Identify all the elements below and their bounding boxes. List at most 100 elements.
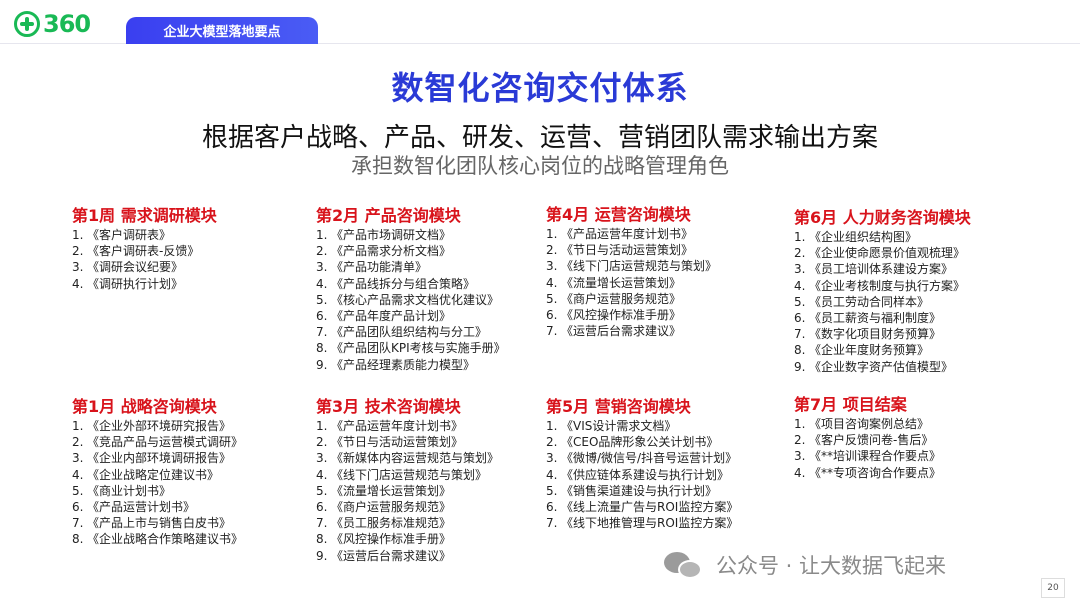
list-item-text: 《员工服务标准规范》 xyxy=(331,516,452,531)
list-item: 7. 《产品团队组织结构与分工》 xyxy=(316,324,506,340)
list-item-text: 《企业战略合作策略建议书》 xyxy=(87,532,244,547)
logo-plus-icon xyxy=(14,11,40,37)
list-item-text: 《员工薪资与福利制度》 xyxy=(809,311,942,326)
list-item-number: 1. xyxy=(546,227,558,241)
module-item-list: 1. 《产品运营年度计划书》 2. 《节日与活动运营策划》 3. 《新媒体内容运营规范与策… xyxy=(316,418,499,564)
list-item-text: 《调研会议纪要》 xyxy=(87,260,184,275)
list-item: 2. 《客户反馈问卷-售后》 xyxy=(794,432,941,448)
list-item: 2. 《节日与活动运营策划》 xyxy=(316,434,499,450)
list-item: 5. 《核心产品需求文档优化建议》 xyxy=(316,292,506,308)
module-block: 第7月 项目结案 1. 《项目咨询案例总结》 2. 《客户反馈问卷-售后》 3. 《**培训… xyxy=(794,394,941,481)
list-item-number: 1. xyxy=(316,228,328,242)
list-item: 2. 《企业使命愿景价值观梳理》 xyxy=(794,245,971,261)
list-item-number: 4. xyxy=(546,275,558,290)
list-item-text: 《企业战略定位建议书》 xyxy=(87,467,220,482)
list-item-text: 《节日与活动运营策划》 xyxy=(331,435,464,450)
list-item: 6. 《产品年度产品计划》 xyxy=(316,308,506,324)
list-item-number: 3. xyxy=(316,451,328,466)
list-item: 9. 《企业数字资产估值模型》 xyxy=(794,359,971,375)
list-item: 3. 《新媒体内容运营规范与策划》 xyxy=(316,450,499,466)
list-item-number: 3. xyxy=(794,449,806,464)
list-item-number: 4. xyxy=(546,467,558,482)
list-item-number: 5. xyxy=(316,483,328,498)
list-item-number: 8. xyxy=(72,532,84,547)
list-item-text: 《线上流量广告与ROI监控方案》 xyxy=(561,500,739,515)
module-title: 第1周 需求调研模块 xyxy=(72,206,217,225)
list-item-text: 《产品年度产品计划》 xyxy=(331,309,452,324)
list-item-text: 《供应链体系建设与执行计划》 xyxy=(561,467,730,482)
list-item: 2. 《节日与活动运营策划》 xyxy=(546,242,717,258)
list-item: 9. 《运营后台需求建议》 xyxy=(316,548,499,564)
list-item: 6. 《风控操作标准手册》 xyxy=(546,307,717,323)
list-item-text: 《**专项咨询合作要点》 xyxy=(809,465,942,480)
list-item-text: 《流量增长运营策划》 xyxy=(561,275,682,290)
list-item: 4. 《企业战略定位建议书》 xyxy=(72,467,243,483)
list-item-text: 《线下门店运营规范与策划》 xyxy=(561,259,718,274)
list-item: 7. 《线下地推管理与ROI监控方案》 xyxy=(546,515,738,531)
list-item: 6. 《商户运营服务规范》 xyxy=(316,499,499,515)
list-item-number: 7. xyxy=(546,324,558,339)
list-item-number: 7. xyxy=(72,516,84,531)
list-item: 6. 《产品运营计划书》 xyxy=(72,499,243,515)
list-item-text: 《产品上市与销售白皮书》 xyxy=(87,516,232,531)
module-item-list: 1. 《企业外部环境研究报告》 2. 《竞品产品与运营模式调研》 3. 《企业内部环境调研… xyxy=(72,418,243,548)
list-item: 3. 《产品功能清单》 xyxy=(316,259,506,275)
list-item-text: 《**培训课程合作要点》 xyxy=(809,449,942,464)
list-item-text: 《产品团队KPI考核与实施手册》 xyxy=(331,341,506,356)
list-item-number: 4. xyxy=(72,467,84,482)
list-item-text: 《新媒体内容运营规范与策划》 xyxy=(331,451,500,466)
top-bar: 360 企业大模型落地要点 xyxy=(0,0,1080,44)
list-item-number: 2. xyxy=(794,433,806,448)
list-item: 3. 《调研会议纪要》 xyxy=(72,259,217,275)
list-item: 8. 《风控操作标准手册》 xyxy=(316,531,499,547)
list-item: 3. 《员工培训体系建设方案》 xyxy=(794,261,971,277)
module-block: 第1周 需求调研模块 1. 《客户调研表》 2. 《客户调研表-反馈》 3. 《调研会议纪要… xyxy=(72,205,217,292)
list-item-number: 5. xyxy=(72,483,84,498)
list-item-text: 《产品需求分析文档》 xyxy=(331,244,452,259)
list-item-number: 2. xyxy=(794,246,806,261)
list-item-number: 8. xyxy=(316,341,328,356)
list-item: 2. 《产品需求分析文档》 xyxy=(316,243,506,259)
list-item-text: 《企业内部环境调研报告》 xyxy=(87,451,232,466)
list-item-number: 5. xyxy=(546,483,558,498)
list-item: 2. 《竞品产品与运营模式调研》 xyxy=(72,434,243,450)
module-item-list: 1. 《客户调研表》 2. 《客户调研表-反馈》 3. 《调研会议纪要》 4. 《调研执行计划… xyxy=(72,227,217,292)
page-title: 数智化咨询交付体系 xyxy=(391,69,689,107)
list-item: 3. 《**培训课程合作要点》 xyxy=(794,448,941,464)
list-item-number: 5. xyxy=(794,294,806,309)
list-item-text: 《客户调研表-反馈》 xyxy=(87,244,200,259)
list-item-number: 3. xyxy=(72,451,84,466)
module-title: 第2月 产品咨询模块 xyxy=(316,206,461,225)
list-item-number: 1. xyxy=(72,419,84,433)
list-item-number: 6. xyxy=(316,309,328,324)
list-item: 5. 《商户运营服务规范》 xyxy=(546,291,717,307)
list-item-text: 《员工培训体系建设方案》 xyxy=(809,262,954,277)
module-title: 第6月 人力财务咨询模块 xyxy=(794,208,971,227)
page-number: 20 xyxy=(1041,578,1065,598)
list-item: 4. 《企业考核制度与执行方案》 xyxy=(794,278,971,294)
list-item-number: 2. xyxy=(72,435,84,450)
list-item-text: 《企业组织结构图》 xyxy=(809,230,918,244)
list-item-number: 4. xyxy=(316,467,328,482)
list-item: 1. 《企业组织结构图》 xyxy=(794,229,971,245)
list-item-number: 9. xyxy=(316,548,328,563)
list-item-text: 《产品线拆分与组合策略》 xyxy=(331,276,476,291)
module-block: 第1月 战略咨询模块 1. 《企业外部环境研究报告》 2. 《竞品产品与运营模式调研》 3… xyxy=(72,396,243,548)
list-item: 6. 《线上流量广告与ROI监控方案》 xyxy=(546,499,738,515)
module-title: 第4月 运营咨询模块 xyxy=(546,205,691,224)
list-item: 7. 《产品上市与销售白皮书》 xyxy=(72,515,243,531)
list-item-text: 《竞品产品与运营模式调研》 xyxy=(87,435,244,450)
list-item-text: 《产品经理素质能力模型》 xyxy=(331,357,476,372)
list-item: 4. 《线下门店运营规范与策划》 xyxy=(316,467,499,483)
module-block: 第3月 技术咨询模块 1. 《产品运营年度计划书》 2. 《节日与活动运营策划》 3. 《新… xyxy=(316,396,499,564)
list-item: 5. 《员工劳动合同样本》 xyxy=(794,294,971,310)
list-item: 4. 《流量增长运营策划》 xyxy=(546,275,717,291)
module-block: 第2月 产品咨询模块 1. 《产品市场调研文档》 2. 《产品需求分析文档》 3. 《产品功… xyxy=(316,205,506,373)
list-item-number: 4. xyxy=(794,465,806,480)
list-item-text: 《企业考核制度与执行方案》 xyxy=(809,278,966,293)
list-item: 3. 《微博/微信号/抖音号运营计划》 xyxy=(546,450,738,466)
list-item-number: 6. xyxy=(72,500,84,515)
list-item-text: 《微博/微信号/抖音号运营计划》 xyxy=(561,451,738,466)
module-title: 第5月 营销咨询模块 xyxy=(546,397,691,416)
list-item: 1. 《客户调研表》 xyxy=(72,227,217,243)
